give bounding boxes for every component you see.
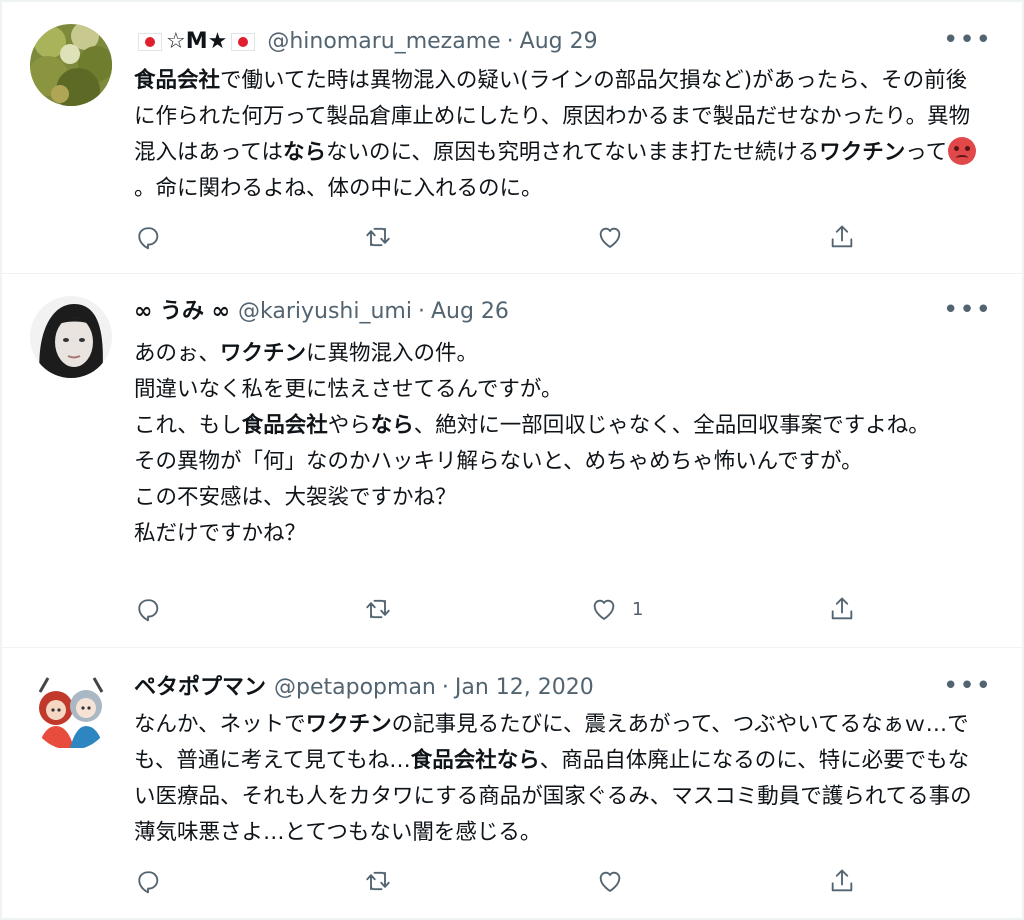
tweet-header: ☆M★ @hinomaru_mezame · Aug 29 ••• <box>134 26 992 58</box>
text-span: あのぉ、 <box>134 341 221 366</box>
text-span: 。命に関わるよね、体の中に入れるのに。 <box>134 176 543 201</box>
share-icon <box>831 225 853 248</box>
like-button[interactable]: 1 <box>590 592 643 626</box>
text-line: この不安感は、大袈裟ですかね？ <box>134 485 457 510</box>
separator: · <box>441 675 449 700</box>
retweet-icon <box>366 227 390 247</box>
share-button[interactable] <box>828 592 856 626</box>
tweet-text: なんか、ネットでワクチンの記事見るたびに、震えあがって、つぶやいてるなぁｗ…でも… <box>134 707 982 851</box>
retweet-button[interactable] <box>364 864 406 898</box>
avatar-image <box>30 668 112 750</box>
highlight-text: 食品会社なら <box>410 748 540 773</box>
highlight-text: ワクチン <box>220 341 307 366</box>
retweet-icon <box>366 599 390 619</box>
text-span: ないのに、原因も究明されてないまま打たせ続ける <box>326 140 820 165</box>
reply-button[interactable] <box>134 220 176 254</box>
avatar[interactable] <box>30 24 112 106</box>
highlight-text: なら <box>283 140 327 165</box>
highlight-text: 食品会社 <box>134 68 221 93</box>
tweet-header: ∞ うみ ∞ @kariyushi_umi · Aug 26 ••• <box>134 296 992 328</box>
text-span: やら <box>327 413 371 438</box>
angry-face-icon <box>948 137 977 165</box>
share-button[interactable] <box>828 220 856 254</box>
action-bar <box>134 864 854 898</box>
text-line: 私だけですかね？ <box>134 521 307 546</box>
more-options-icon[interactable]: ••• <box>943 296 992 324</box>
share-icon <box>831 869 853 892</box>
display-name-text: ∞ うみ ∞ <box>134 299 230 324</box>
like-icon <box>599 871 621 892</box>
tweet[interactable]: ∞ うみ ∞ @kariyushi_umi · Aug 26 ••• あのぉ、ワ… <box>2 274 1022 648</box>
separator: · <box>506 29 514 54</box>
share-button[interactable] <box>828 864 856 898</box>
avatar[interactable] <box>30 668 112 750</box>
text-line: その異物が「何」なのかハッキリ解らないと、めちゃめちゃ怖いんですが。 <box>134 449 863 474</box>
more-options-icon[interactable]: ••• <box>943 672 992 700</box>
text-line: 間違いなく私を更に怯えさせてるんですが。 <box>134 377 563 402</box>
japan-flag-icon <box>231 33 256 51</box>
reply-icon <box>138 227 159 250</box>
tweet[interactable]: ペタポプマン @petapopman · Jan 12, 2020 ••• なん… <box>2 648 1022 918</box>
highlight-text: ワクチン <box>819 140 906 165</box>
highlight-text: ワクチン <box>305 712 392 737</box>
reply-button[interactable] <box>134 864 176 898</box>
avatar-image <box>30 296 112 378</box>
like-icon <box>593 599 615 620</box>
reply-icon <box>138 599 159 622</box>
reply-button[interactable] <box>134 592 176 626</box>
retweet-button[interactable] <box>364 592 406 626</box>
tweet-text: 食品会社で働いてた時は異物混入の疑い(ラインの部品欠損など)があったら、その前後… <box>134 63 982 207</box>
highlight-text: 食品会社 <box>241 413 328 438</box>
avatar[interactable] <box>30 296 112 378</box>
separator: · <box>417 299 425 324</box>
action-bar: 1 <box>134 592 854 626</box>
display-name-text: ペタポプマン <box>134 675 267 700</box>
timeline: ☆M★ @hinomaru_mezame · Aug 29 ••• 食品会社で働… <box>0 0 1024 920</box>
like-icon <box>599 227 621 248</box>
display-name[interactable]: ☆M★ <box>134 26 259 58</box>
retweet-button[interactable] <box>364 220 406 254</box>
retweet-icon <box>366 871 390 891</box>
tweet-date[interactable]: Jan 12, 2020 <box>455 672 594 704</box>
text-span: 、絶対に一部回収じゃなく、全品回収事案ですよね。 <box>413 413 930 438</box>
like-button[interactable] <box>596 864 638 898</box>
display-name[interactable]: ペタポプマン <box>134 672 266 704</box>
tweet-text: あのぉ、ワクチンに異物混入の件。 間違いなく私を更に怯えさせてるんですが。 これ… <box>134 336 982 552</box>
like-button[interactable] <box>596 220 638 254</box>
japan-flag-icon <box>138 33 162 51</box>
like-count: 1 <box>632 598 644 620</box>
tweet-header: ペタポプマン @petapopman · Jan 12, 2020 ••• <box>134 672 992 704</box>
tweet-date[interactable]: Aug 26 <box>431 296 509 328</box>
avatar-image <box>30 24 112 106</box>
user-handle[interactable]: @kariyushi_umi <box>238 296 412 328</box>
text-span: に異物混入の件。 <box>306 341 479 366</box>
share-icon <box>831 597 853 620</box>
user-handle[interactable]: @hinomaru_mezame <box>267 26 500 58</box>
user-handle[interactable]: @petapopman <box>274 672 436 704</box>
action-bar <box>134 220 854 254</box>
highlight-text: なら <box>370 413 414 438</box>
text-span: これ、もし <box>134 413 242 438</box>
tweet-date[interactable]: Aug 29 <box>520 26 598 58</box>
tweet[interactable]: ☆M★ @hinomaru_mezame · Aug 29 ••• 食品会社で働… <box>2 2 1022 274</box>
more-options-icon[interactable]: ••• <box>943 26 992 54</box>
text-span: なんか、ネットで <box>134 712 306 737</box>
reply-icon <box>138 871 159 894</box>
display-name[interactable]: ∞ うみ ∞ <box>134 296 230 328</box>
text-span: って <box>905 140 948 165</box>
display-name-text: ☆M★ <box>166 29 228 54</box>
